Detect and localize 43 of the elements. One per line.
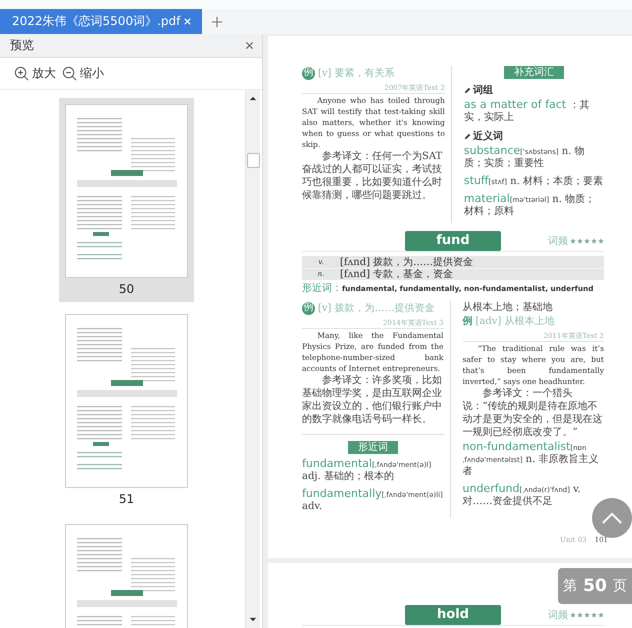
zoom-out-button[interactable]: 缩小 — [62, 65, 104, 82]
example-sense: [v] 要紧，有关系 — [318, 66, 395, 80]
frequency-label: 词频 — [548, 234, 568, 248]
zoom-in-button[interactable]: 放大 — [14, 65, 56, 82]
word-banner: fund — [405, 231, 501, 251]
example-translation: 参考译文：任何一个为SAT奋战过的人都可以证实，考试技巧也很重要，比如要知道什么时候靠猜测，哪些问题要跳过。 — [302, 150, 444, 202]
word-entry: as a matter of fact ：其实，实际上 — [464, 99, 590, 124]
pencil-icon — [464, 132, 471, 140]
document-tab[interactable]: 2022朱伟《恋词5500词》.pdf — [0, 9, 202, 34]
example-sense: [v] 拨款，为……提供资金 — [318, 302, 435, 315]
example-label: 例 — [462, 314, 472, 328]
example-badge: 例 — [302, 302, 315, 314]
new-tab-icon[interactable] — [211, 16, 223, 28]
thumbnail-item[interactable]: 51 — [59, 308, 194, 512]
example-translation: 参考译文：许多奖项，比如基础物理学奖，是由互联网企业家出资设立的，他们银行账户中的数字就像电话号码一样长。 — [302, 374, 443, 426]
page-number: 51 — [118, 491, 134, 508]
section-header: 形近词 — [348, 441, 398, 454]
page-indicator-prefix: 第 — [563, 577, 578, 595]
scroll-up-icon[interactable] — [249, 96, 257, 101]
example-sense: [adv] 从根本上地 — [476, 314, 554, 328]
scroll-to-top-button[interactable] — [592, 498, 632, 538]
section-heading: 词组 — [472, 84, 493, 97]
current-page-number: 50 — [583, 576, 607, 596]
caret-up-icon — [601, 512, 623, 524]
example-badge: 例 — [302, 66, 315, 80]
zoom-in-icon — [14, 66, 29, 81]
frequency-label: 词频 — [548, 608, 568, 622]
page-indicator-suffix: 页 — [612, 577, 627, 595]
example-translation: 参考译文：一个猎头说：“传统的规则是待在原地不动才是更为安全的，但是现在这一规则已经彻底改变了。” — [462, 387, 604, 439]
scroll-down-icon[interactable] — [249, 617, 257, 622]
panel-title: 预览 — [10, 37, 34, 54]
section-header: 补充词汇 — [504, 66, 564, 79]
word-banner: hold — [405, 605, 501, 625]
thumbnail-item[interactable]: 50 — [59, 98, 194, 302]
definition-text: [fʌnd] 专款，基金，资金 — [340, 268, 454, 282]
page-number: 50 — [118, 281, 134, 298]
scrollbar-thumb[interactable] — [246, 153, 260, 168]
definition-text: 从根本上地；基础地 — [462, 301, 554, 314]
section-heading: 近义词 — [472, 129, 503, 143]
close-icon[interactable] — [245, 41, 254, 50]
definition-text: [fʌnd] 拨款，为……提供资金 — [340, 256, 474, 268]
zoom-out-icon — [62, 66, 77, 81]
pencil-icon — [464, 86, 471, 94]
